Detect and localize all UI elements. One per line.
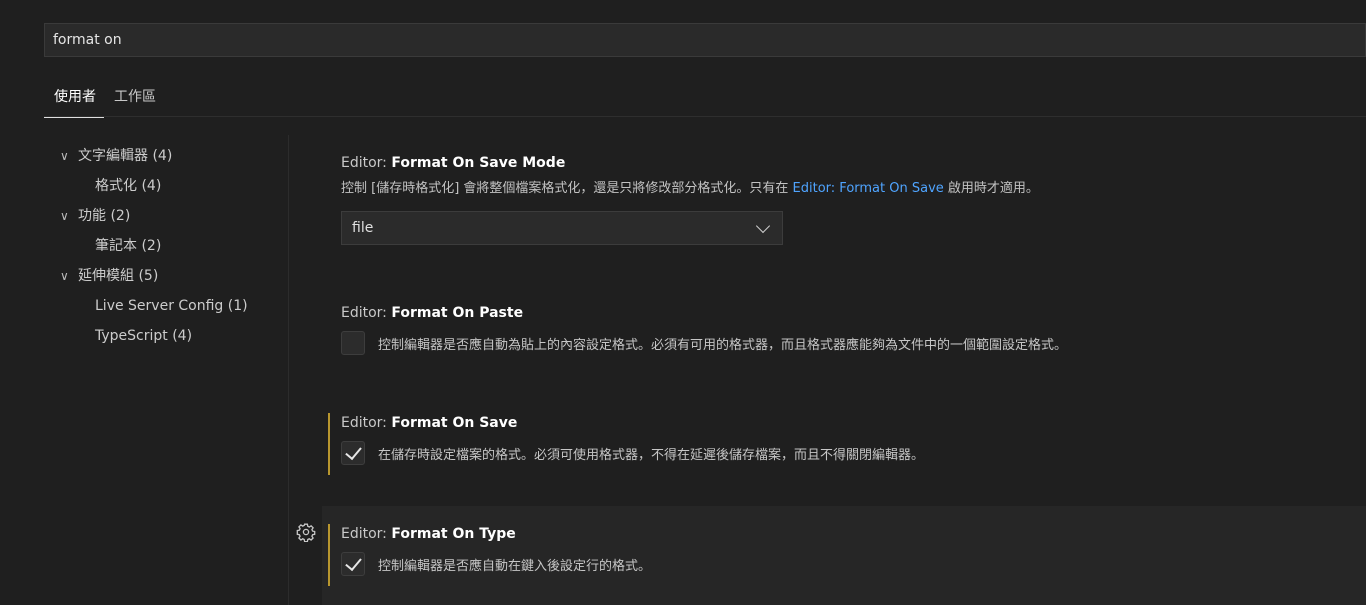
chevron-down-icon <box>755 218 771 233</box>
toc-divider <box>288 135 289 605</box>
setting-format-on-save-mode: Editor: Format On Save Mode 控制 [儲存時格式化] … <box>322 153 1366 245</box>
setting-format-on-type: Editor: Format On Type 控制編輯器是否應自動在鍵入後設定行… <box>322 506 1366 605</box>
tabs-divider <box>44 116 1366 117</box>
setting-name: Format On Save Mode <box>391 155 566 171</box>
tab-user[interactable]: 使用者 <box>44 78 104 118</box>
settings-toc: ∨ 文字編輯器 (4) 格式化 (4) ∨ 功能 (2) 筆記本 (2) ∨ 延… <box>60 141 290 351</box>
gear-icon[interactable] <box>296 522 316 542</box>
setting-title: Editor: Format On Save <box>341 413 1366 433</box>
setting-category: Editor: <box>341 155 387 171</box>
chevron-down-icon: ∨ <box>60 149 69 163</box>
setting-format-on-paste: Editor: Format On Paste 控制編輯器是否應自動為貼上的內容… <box>322 303 1366 355</box>
setting-description: 在儲存時設定檔案的格式。必須可使用格式器，不得在延遲後儲存檔案，而且不得關閉編輯… <box>378 447 925 463</box>
toc-item-label: 延伸模組 (5) <box>78 268 159 284</box>
chevron-down-icon: ∨ <box>60 209 69 223</box>
setting-checkbox-row: 控制編輯器是否應自動在鍵入後設定行的格式。 <box>341 552 1366 576</box>
setting-checkbox-row: 在儲存時設定檔案的格式。必須可使用格式器，不得在延遲後儲存檔案，而且不得關閉編輯… <box>341 441 1366 465</box>
setting-checkbox-row: 控制編輯器是否應自動為貼上的內容設定格式。必須有可用的格式器，而且格式器應能夠為… <box>341 331 1366 355</box>
setting-title: Editor: Format On Save Mode <box>341 153 1366 173</box>
format-on-save-checkbox[interactable] <box>341 441 365 465</box>
setting-link-format-on-save[interactable]: Editor: Format On Save <box>793 181 944 196</box>
toc-item-features[interactable]: ∨ 功能 (2) <box>60 201 290 231</box>
toc-item-label: 功能 (2) <box>78 208 131 224</box>
setting-name: Format On Paste <box>391 305 524 321</box>
format-on-type-checkbox[interactable] <box>341 552 365 576</box>
settings-scope-tabs: 使用者 工作區 <box>44 78 164 118</box>
toc-item-label: 格式化 (4) <box>95 178 162 194</box>
settings-editor: 使用者 工作區 ∨ 文字編輯器 (4) 格式化 (4) ∨ 功能 (2) 筆記本… <box>0 0 1366 605</box>
chevron-down-icon: ∨ <box>60 269 69 283</box>
setting-description: 控制編輯器是否應自動為貼上的內容設定格式。必須有可用的格式器，而且格式器應能夠為… <box>378 337 1068 353</box>
setting-title: Editor: Format On Type <box>341 524 1366 544</box>
toc-item-live-server-config[interactable]: Live Server Config (1) <box>60 291 290 321</box>
toc-item-label: 筆記本 (2) <box>95 238 162 254</box>
toc-item-typescript[interactable]: TypeScript (4) <box>60 321 290 351</box>
toc-item-formatting[interactable]: 格式化 (4) <box>60 171 290 201</box>
setting-category: Editor: <box>341 526 387 542</box>
format-on-save-mode-dropdown[interactable]: file <box>341 211 783 245</box>
dropdown-value: file <box>352 220 374 236</box>
toc-item-label: TypeScript (4) <box>95 328 193 344</box>
modified-indicator <box>328 524 330 586</box>
setting-name: Format On Type <box>391 526 516 542</box>
format-on-paste-checkbox[interactable] <box>341 331 365 355</box>
tab-workspace[interactable]: 工作區 <box>104 78 164 116</box>
setting-name: Format On Save <box>391 415 518 431</box>
toc-item-label: 文字編輯器 (4) <box>78 148 173 164</box>
setting-description: 控制 [儲存時格式化] 會將整個檔案格式化，還是只將修改部分格式化。只有在 Ed… <box>341 179 1366 199</box>
setting-description: 控制編輯器是否應自動在鍵入後設定行的格式。 <box>378 558 652 574</box>
toc-item-label: Live Server Config (1) <box>95 298 248 314</box>
settings-search-bar[interactable] <box>44 23 1366 57</box>
setting-category: Editor: <box>341 415 387 431</box>
setting-title: Editor: Format On Paste <box>341 303 1366 323</box>
description-text: 啟用時才適用。 <box>943 181 1039 196</box>
toc-item-extensions[interactable]: ∨ 延伸模組 (5) <box>60 261 290 291</box>
settings-search-input[interactable] <box>45 23 1365 57</box>
setting-format-on-save: Editor: Format On Save 在儲存時設定檔案的格式。必須可使用… <box>322 413 1366 475</box>
toc-item-notebook[interactable]: 筆記本 (2) <box>60 231 290 261</box>
toc-item-text-editor[interactable]: ∨ 文字編輯器 (4) <box>60 141 290 171</box>
setting-category: Editor: <box>341 305 387 321</box>
description-text: 控制 [儲存時格式化] 會將整個檔案格式化，還是只將修改部分格式化。只有在 <box>341 181 793 196</box>
modified-indicator <box>328 413 330 475</box>
